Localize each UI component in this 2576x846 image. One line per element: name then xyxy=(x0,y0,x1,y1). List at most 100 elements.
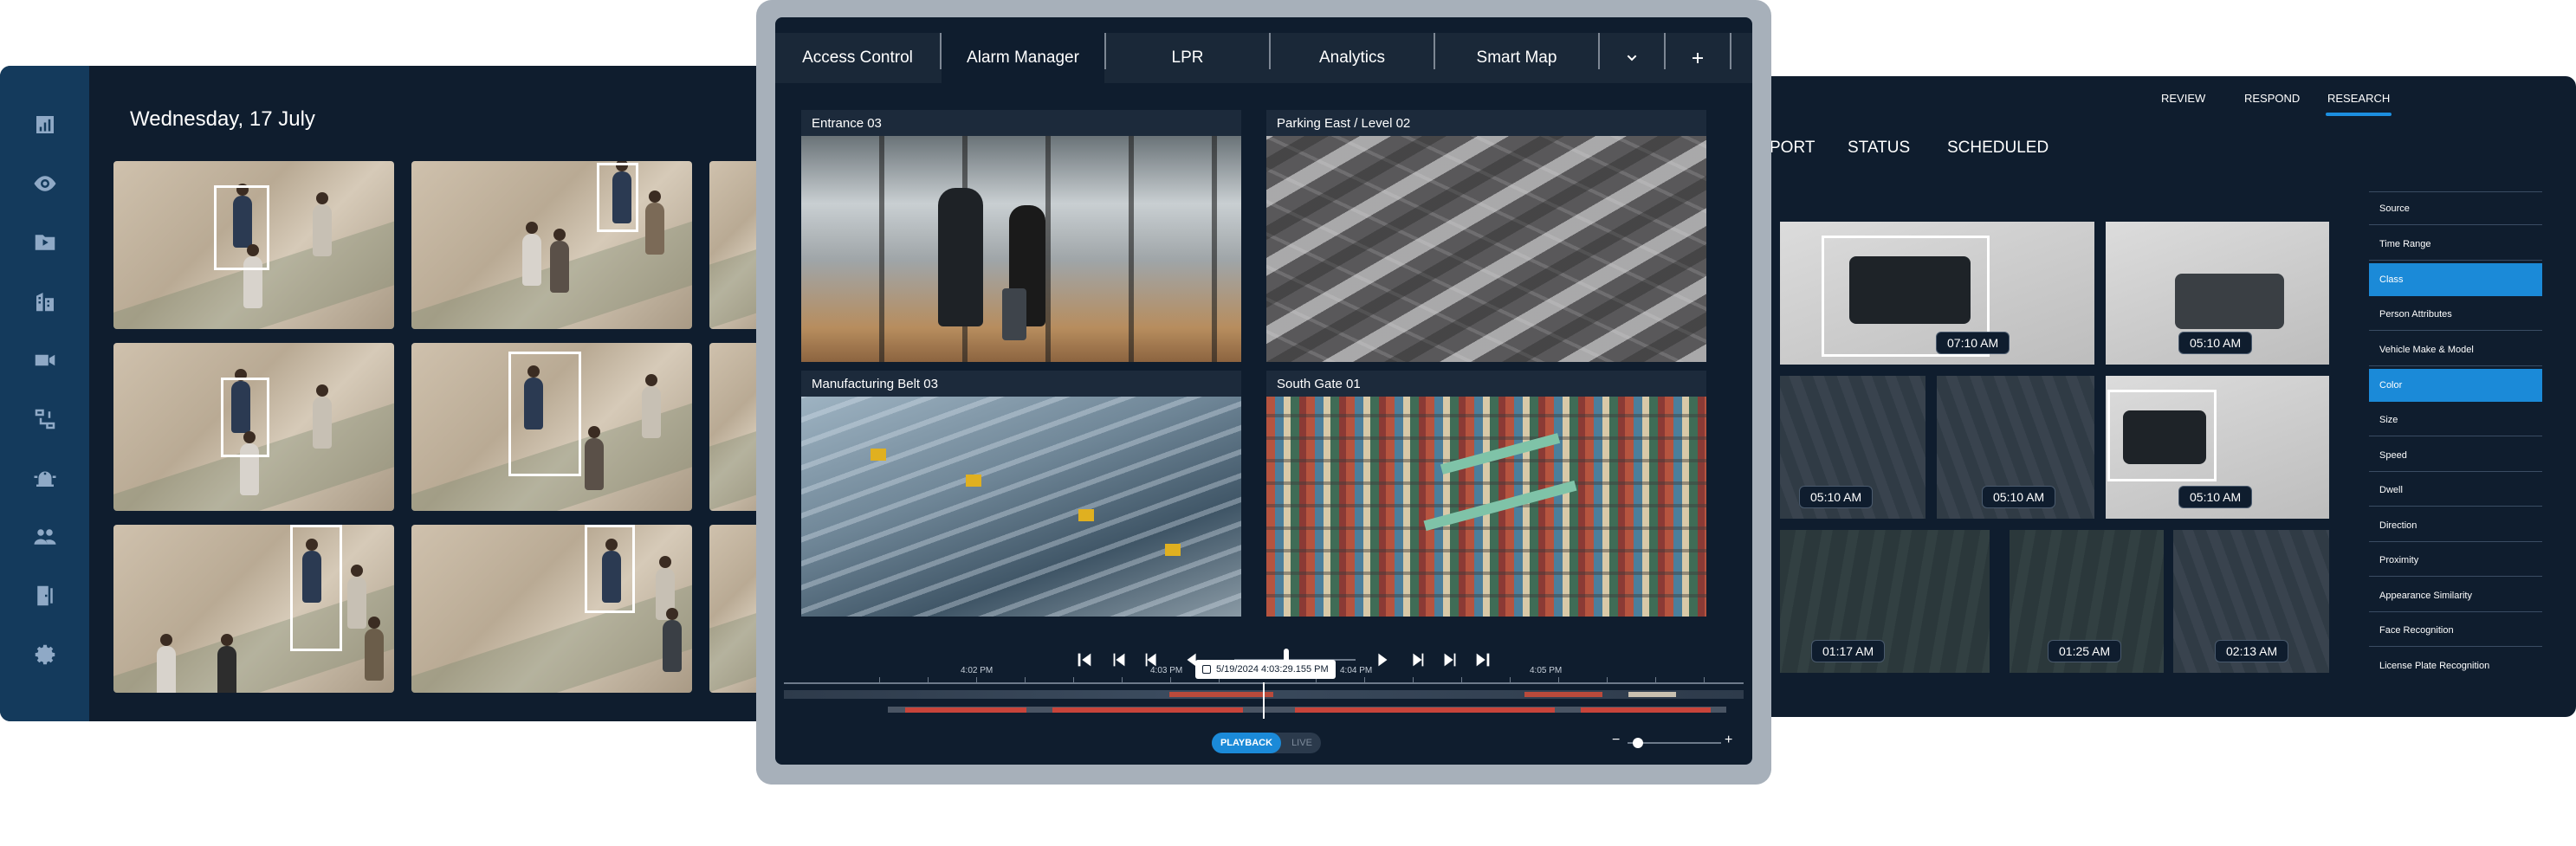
mode-toggle[interactable]: PLAYBACK LIVE xyxy=(1212,733,1321,753)
vehicle-result-tile[interactable]: 01:17 AM xyxy=(1780,530,1990,673)
tab-status[interactable]: STATUS xyxy=(1848,139,1910,158)
add-tab-button[interactable] xyxy=(1666,33,1730,83)
filter-time-range[interactable]: Time Range xyxy=(2369,228,2542,261)
tab-access-control[interactable]: Access Control xyxy=(775,33,940,83)
skip-to-end-icon[interactable] xyxy=(1470,647,1496,673)
chevron-down-icon xyxy=(1627,55,1637,61)
zoom-slider-handle[interactable] xyxy=(1633,738,1643,748)
camera-label: Entrance 03 xyxy=(801,110,1241,136)
tab-analytics[interactable]: Analytics xyxy=(1271,33,1434,83)
building-icon[interactable] xyxy=(28,284,62,319)
calendar-icon xyxy=(1202,665,1211,674)
person-bounding-box xyxy=(221,378,269,457)
camera-feed-entrance[interactable] xyxy=(801,136,1241,362)
filter-class[interactable]: Class xyxy=(2369,263,2542,296)
filter-appearance-similarity[interactable]: Appearance Similarity xyxy=(2369,579,2542,612)
camera-label: Manufacturing Belt 03 xyxy=(801,371,1241,397)
timeline-label: 4:03 PM xyxy=(1150,666,1183,675)
result-time: 02:13 AM xyxy=(2215,640,2289,662)
skip-to-start-icon[interactable] xyxy=(1071,647,1097,673)
person-bounding-box xyxy=(214,185,269,270)
alarm-light-icon[interactable] xyxy=(28,461,62,495)
person-result-tile[interactable] xyxy=(113,343,394,511)
tab-alarm-manager[interactable]: Alarm Manager xyxy=(942,33,1104,83)
result-time: 05:10 AM xyxy=(1799,486,1874,508)
filter-license-plate-recognition[interactable]: License Plate Recognition xyxy=(2369,649,2542,682)
camera-label: Parking East / Level 02 xyxy=(1266,110,1706,136)
video-folder-icon[interactable] xyxy=(28,225,62,260)
result-time: 05:10 AM xyxy=(2178,486,2253,508)
tab-smart-map[interactable]: Smart Map xyxy=(1435,33,1598,83)
person-result-tile[interactable] xyxy=(411,161,692,329)
users-icon[interactable] xyxy=(28,520,62,554)
play-icon[interactable] xyxy=(1369,647,1395,673)
plus-icon xyxy=(1693,53,1703,63)
center-device-frame: Access Control Alarm Manager LPR Analyti… xyxy=(756,0,1771,785)
vehicle-result-tile[interactable]: 07:10 AM xyxy=(1780,222,2094,365)
vehicle-result-tile[interactable]: 01:25 AM xyxy=(2010,530,2164,673)
left-sidebar-nav xyxy=(0,66,89,721)
filter-person-attributes[interactable]: Person Attributes xyxy=(2369,298,2542,331)
person-bounding-box xyxy=(585,525,635,613)
filter-size[interactable]: Size xyxy=(2369,404,2542,436)
next-event-icon[interactable] xyxy=(1437,647,1463,673)
step-forward-icon[interactable] xyxy=(1404,647,1430,673)
camera-feed-manufacturing[interactable] xyxy=(801,397,1241,617)
person-result-tile[interactable] xyxy=(113,161,394,329)
vehicle-result-tile[interactable]: 05:10 AM xyxy=(1937,376,2094,519)
filter-proximity[interactable]: Proximity xyxy=(2369,544,2542,577)
previous-event-icon[interactable] xyxy=(1106,647,1132,673)
person-result-tile[interactable] xyxy=(113,525,394,693)
timeline-current-timestamp: 5/19/2024 4:03:29.155 PM xyxy=(1195,660,1336,679)
timeline-label: 4:05 PM xyxy=(1530,666,1563,675)
camera-icon[interactable] xyxy=(28,343,62,378)
timeline-playhead[interactable] xyxy=(1263,682,1265,719)
zoom-out-button[interactable]: − xyxy=(1612,733,1620,748)
tabs-overflow-button[interactable] xyxy=(1600,33,1664,83)
playback-mode-button[interactable]: PLAYBACK xyxy=(1212,733,1281,753)
right-panel-vehicle-research: REVIEW RESPOND RESEARCH PORT STATUS SCHE… xyxy=(1728,76,2576,717)
timeline-label: 4:04 PM xyxy=(1340,666,1373,675)
chart-icon[interactable] xyxy=(28,107,62,142)
person-result-tile[interactable] xyxy=(411,525,692,693)
person-result-tile[interactable] xyxy=(411,343,692,511)
result-time: 05:10 AM xyxy=(2178,332,2253,354)
top-nav-review[interactable]: REVIEW xyxy=(2161,92,2205,105)
person-bounding-box xyxy=(597,163,638,232)
vehicle-result-tile[interactable]: 02:13 AM xyxy=(2173,530,2329,673)
date-heading: Wednesday, 17 July xyxy=(130,107,315,131)
gear-icon[interactable] xyxy=(28,637,62,672)
eye-icon[interactable] xyxy=(28,166,62,201)
filter-source[interactable]: Source xyxy=(2369,192,2542,225)
vehicle-result-tile[interactable]: 05:10 AM xyxy=(1780,376,1926,519)
camera-feed-parking[interactable] xyxy=(1266,136,1706,362)
left-panel-face-search: Wednesday, 17 July xyxy=(0,66,780,721)
result-time: 07:10 AM xyxy=(1936,332,2010,354)
live-mode-button[interactable]: LIVE xyxy=(1283,733,1321,753)
filter-speed[interactable]: Speed xyxy=(2369,439,2542,472)
tab-lpr[interactable]: LPR xyxy=(1106,33,1269,83)
video-wall-screen: Access Control Alarm Manager LPR Analyti… xyxy=(775,17,1752,765)
filter-face-recognition[interactable]: Face Recognition xyxy=(2369,614,2542,647)
person-bounding-box xyxy=(290,525,342,651)
filter-vehicle-make-model[interactable]: Vehicle Make & Model xyxy=(2369,333,2542,366)
camera-feed-south-gate[interactable] xyxy=(1266,397,1706,617)
door-access-icon[interactable] xyxy=(28,578,62,613)
zoom-in-button[interactable]: + xyxy=(1725,733,1732,748)
person-bounding-box xyxy=(508,352,581,476)
filter-dwell[interactable]: Dwell xyxy=(2369,474,2542,507)
filter-direction[interactable]: Direction xyxy=(2369,509,2542,542)
filter-color[interactable]: Color xyxy=(2369,369,2542,402)
vehicle-result-tile[interactable]: 05:10 AM xyxy=(2106,376,2329,519)
vehicle-result-tile[interactable]: 05:10 AM xyxy=(2106,222,2329,365)
top-nav-research[interactable]: RESEARCH xyxy=(2327,92,2390,105)
active-nav-indicator xyxy=(2326,113,2392,116)
tab-scheduled[interactable]: SCHEDULED xyxy=(1947,139,2049,158)
camera-label: South Gate 01 xyxy=(1266,371,1706,397)
tab-report[interactable]: PORT xyxy=(1770,139,1815,158)
result-time: 01:17 AM xyxy=(1811,640,1886,662)
workflow-icon[interactable] xyxy=(28,402,62,436)
timeline-label: 4:02 PM xyxy=(961,666,994,675)
vehicle-bounding-box xyxy=(2107,390,2217,481)
top-nav-respond[interactable]: RESPOND xyxy=(2244,92,2300,105)
